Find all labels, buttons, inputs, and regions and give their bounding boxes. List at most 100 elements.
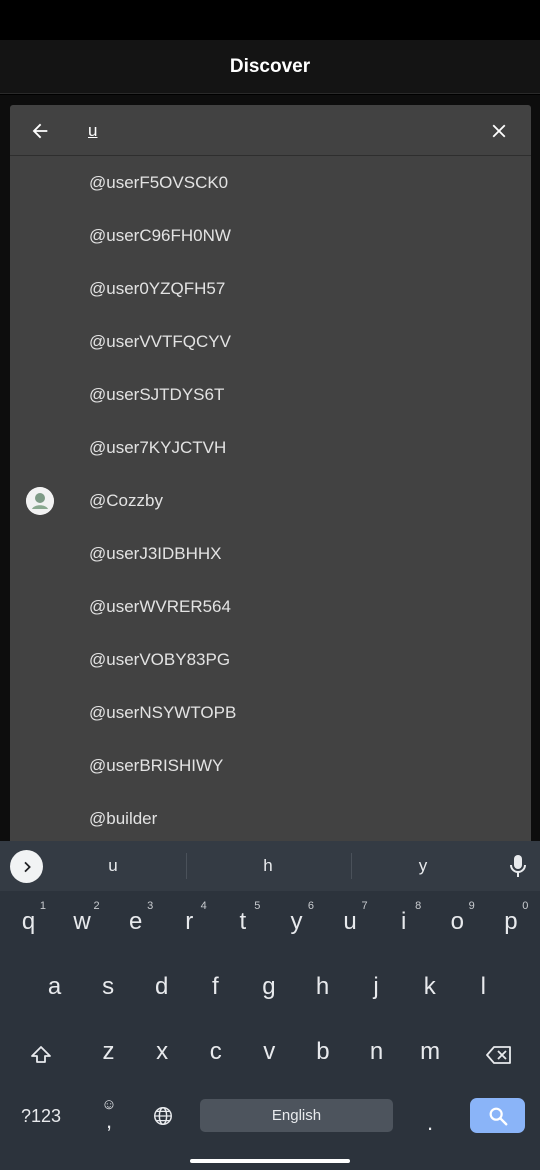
result-username: @user0YZQFH57	[89, 278, 226, 298]
result-username: @userSJTDYS6T	[89, 384, 225, 404]
suggestion-1[interactable]: u	[33, 841, 193, 891]
language-key[interactable]	[139, 1090, 187, 1142]
key-hint: 6	[307, 900, 314, 912]
suggestion-2[interactable]: h	[188, 841, 348, 891]
period-key[interactable]: .	[405, 1090, 455, 1142]
key[interactable]: y6	[270, 896, 323, 948]
key[interactable]: f	[189, 961, 242, 1013]
key[interactable]: r4	[163, 896, 216, 948]
arrow-left-icon	[32, 123, 48, 139]
search-bar	[10, 105, 531, 156]
key-hint: 8	[415, 900, 422, 912]
page-title: Discover	[229, 55, 311, 77]
result-item[interactable]: @userSJTDYS6T	[10, 368, 531, 421]
result-username: @userBRISHIWY	[89, 755, 224, 775]
key[interactable]: c	[189, 1026, 242, 1078]
result-item[interactable]: @user7KYJCTVH	[10, 421, 531, 474]
results-list: @userF5OVSCK0 @userC96FH0NW @user0YZQFH57 @…	[10, 156, 531, 841]
microphone-icon	[510, 855, 526, 877]
microphone-button[interactable]	[508, 853, 528, 879]
key[interactable]: m	[404, 1026, 457, 1078]
space-bar[interactable]: English	[200, 1099, 393, 1132]
key-label: o	[450, 908, 464, 935]
key-label: e	[129, 908, 143, 935]
keyboard: u h y q1w2e3r4t5y6u7i8o9p0 asdfghjkl zxc…	[0, 841, 540, 1170]
result-username: @builder	[89, 808, 158, 828]
key[interactable]: n	[350, 1026, 403, 1078]
result-item[interactable]: @userVVTFQCYV	[10, 315, 531, 368]
key-label: v	[263, 1038, 276, 1065]
key-hint: 3	[147, 900, 154, 912]
result-item[interactable]: @userWVRER564	[10, 580, 531, 633]
key[interactable]: x	[136, 1026, 189, 1078]
key[interactable]: j	[350, 961, 403, 1013]
key-hint: 5	[254, 900, 261, 912]
key[interactable]: t5	[216, 896, 269, 948]
key-label: n	[369, 1038, 384, 1065]
key[interactable]: w2	[56, 896, 109, 948]
key[interactable]: o9	[431, 896, 484, 948]
result-item[interactable]: @builder	[10, 792, 531, 841]
backspace-key[interactable]	[458, 1029, 540, 1081]
key[interactable]: g	[242, 961, 295, 1013]
key-label: h	[315, 973, 330, 1000]
result-item[interactable]: @userJ3IDBHHX	[10, 527, 531, 580]
key-label: f	[211, 973, 219, 1000]
key-label: l	[480, 973, 486, 1000]
symbols-key[interactable]: ?123	[6, 1090, 76, 1142]
key[interactable]: i8	[377, 896, 430, 948]
key-label: u	[343, 908, 357, 935]
result-item[interactable]: @userF5OVSCK0	[10, 156, 531, 209]
result-item[interactable]: @userNSYWTOPB	[10, 686, 531, 739]
suggestion-strip: u h y	[0, 841, 540, 891]
key[interactable]: s	[82, 961, 135, 1013]
key[interactable]: q1	[2, 896, 55, 948]
key-label: r	[185, 908, 194, 935]
search-panel: @userF5OVSCK0 @userC96FH0NW @user0YZQFH57 @…	[10, 105, 531, 841]
key-label: j	[373, 973, 379, 1000]
result-username: @Cozzby	[89, 490, 163, 510]
globe-icon	[154, 1107, 172, 1125]
result-username: @userF5OVSCK0	[89, 172, 229, 192]
key[interactable]: b	[296, 1026, 349, 1078]
app-bar: Discover	[0, 40, 540, 94]
key-label: m	[420, 1038, 441, 1065]
key[interactable]: v	[243, 1026, 296, 1078]
key-hint: 1	[39, 900, 46, 912]
result-item[interactable]: @Cozzby	[10, 474, 531, 527]
status-bar	[0, 0, 540, 40]
key[interactable]: p0	[484, 896, 537, 948]
key[interactable]: u7	[324, 896, 377, 948]
key-label: s	[102, 973, 115, 1000]
key-label: c	[209, 1038, 222, 1065]
key[interactable]: a	[28, 961, 81, 1013]
avatar	[26, 486, 54, 515]
comma-key[interactable]: ☺ ,	[84, 1090, 134, 1142]
result-username: @user7KYJCTVH	[89, 437, 227, 457]
key-label: d	[155, 973, 169, 1000]
result-item[interactable]: @userBRISHIWY	[10, 739, 531, 792]
key[interactable]: l	[457, 961, 510, 1013]
back-button[interactable]	[26, 117, 54, 145]
key[interactable]: h	[296, 961, 349, 1013]
key[interactable]: k	[403, 961, 456, 1013]
clear-search-button[interactable]	[485, 117, 513, 145]
period-label: .	[426, 1110, 434, 1135]
key-hint: 9	[468, 900, 475, 912]
result-username: @userVOBY83PG	[89, 649, 231, 669]
search-input[interactable]	[88, 119, 468, 143]
suggestion-3[interactable]: y	[343, 841, 503, 891]
key-label: a	[47, 973, 62, 1000]
result-item[interactable]: @user0YZQFH57	[10, 262, 531, 315]
result-username: @userC96FH0NW	[89, 225, 231, 245]
key[interactable]: d	[135, 961, 188, 1013]
navigation-handle[interactable]	[190, 1159, 350, 1163]
shift-key[interactable]	[0, 1029, 82, 1081]
key[interactable]: e3	[109, 896, 162, 948]
result-item[interactable]: @userC96FH0NW	[10, 209, 531, 262]
keyboard-search-key[interactable]	[470, 1098, 525, 1133]
result-username: @userWVRER564	[89, 596, 231, 616]
result-username: @userVVTFQCYV	[89, 331, 231, 351]
result-item[interactable]: @userVOBY83PG	[10, 633, 531, 686]
key[interactable]: z	[82, 1026, 135, 1078]
